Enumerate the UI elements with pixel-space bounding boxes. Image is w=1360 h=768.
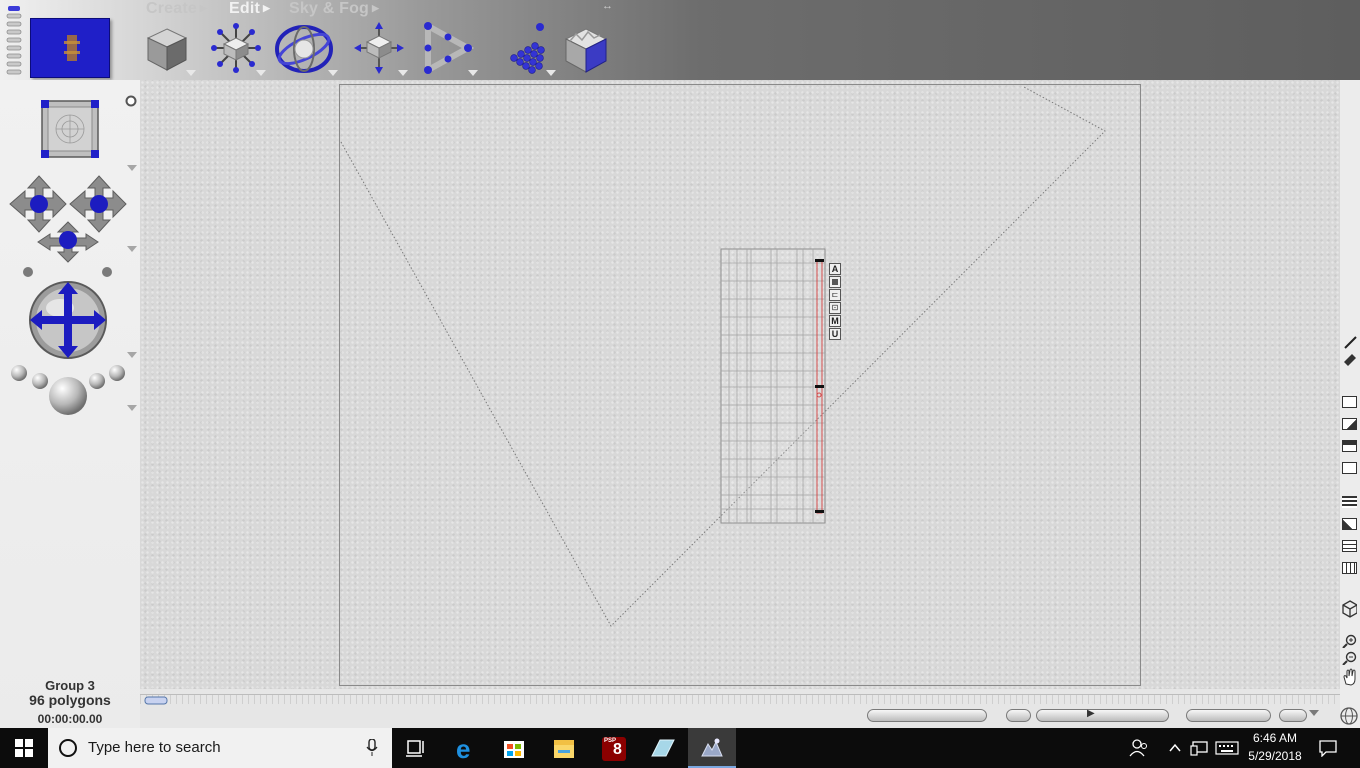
curve-button[interactable] (1279, 709, 1307, 722)
cortana-icon (59, 739, 77, 757)
playback-speed-control[interactable] (867, 709, 987, 722)
palette-u-button[interactable]: U (829, 328, 841, 340)
psp-badge: PSP 8 (602, 737, 626, 761)
view-front-icon[interactable] (1342, 396, 1357, 408)
palette-material-button[interactable] (829, 276, 841, 288)
store-icon[interactable] (490, 728, 538, 768)
zoom-in-icon[interactable] (1342, 634, 1357, 648)
pan-hand-icon[interactable] (1342, 668, 1357, 686)
grid-icon[interactable] (1342, 562, 1357, 574)
network-icon[interactable] (1190, 740, 1208, 756)
link-icon: ⊏ (831, 290, 839, 299)
render-button[interactable] (1006, 709, 1031, 722)
show-hidden-icons-chevron-icon[interactable] (1168, 742, 1182, 754)
paint-tools-icon[interactable] (1342, 334, 1357, 366)
windows-start-icon[interactable] (15, 739, 33, 757)
bryce-app-icon (701, 738, 723, 757)
psp-version-text: 8 (613, 741, 622, 758)
transport-controls[interactable]: ▶ (1036, 708, 1169, 722)
palette-center-button[interactable]: ⊡ (829, 302, 841, 314)
cube-view-icon[interactable] (1342, 600, 1357, 618)
view-side-icon[interactable] (1342, 418, 1357, 430)
keyframe-controls[interactable] (1186, 709, 1271, 722)
play-icon[interactable]: ▶ (1087, 708, 1095, 719)
timeline-scrubber-icon[interactable] (144, 696, 172, 706)
zoom-out-icon[interactable] (1342, 651, 1357, 665)
layers-icon[interactable] (1342, 540, 1357, 552)
edge-browser-icon[interactable]: e (442, 728, 490, 768)
bryce-taskbar-app[interactable] (688, 728, 736, 768)
paint-shop-pro-icon[interactable]: PSP 8 (590, 728, 638, 768)
square-icon (832, 279, 838, 285)
bottom-dropdown-icon[interactable] (1309, 710, 1319, 716)
clock-time[interactable]: 6:46 AM (1234, 731, 1316, 745)
palette-a-button[interactable]: A (829, 263, 841, 275)
action-center-icon[interactable] (1318, 739, 1338, 757)
microphone-icon[interactable] (366, 739, 378, 757)
view-top-icon[interactable] (1342, 440, 1357, 452)
app-tablet-icon[interactable] (638, 728, 686, 768)
object-palette: A ⊏ ⊡ M U (829, 263, 841, 340)
palette-m-button[interactable]: M (829, 315, 841, 327)
view-quad-icon[interactable] (1342, 462, 1357, 474)
camera-projection-lines (340, 86, 1106, 627)
people-icon[interactable] (1129, 738, 1149, 758)
shaded-icon[interactable] (1342, 518, 1357, 530)
globe-icon[interactable] (1339, 706, 1359, 726)
timeline-ruler[interactable] (140, 694, 1340, 704)
clock-date[interactable]: 5/29/2018 (1234, 749, 1316, 763)
taskbar-search-box[interactable]: Type here to search (48, 728, 392, 768)
target-icon: ⊡ (831, 303, 839, 312)
palette-link-button[interactable]: ⊏ (829, 289, 841, 301)
search-placeholder: Type here to search (88, 739, 221, 756)
file-explorer-icon[interactable] (540, 728, 588, 768)
grid-object[interactable] (719, 247, 827, 525)
svg-text:e: e (456, 734, 470, 764)
task-view-icon[interactable] (392, 728, 440, 768)
wireframe-icon[interactable] (1342, 496, 1357, 508)
